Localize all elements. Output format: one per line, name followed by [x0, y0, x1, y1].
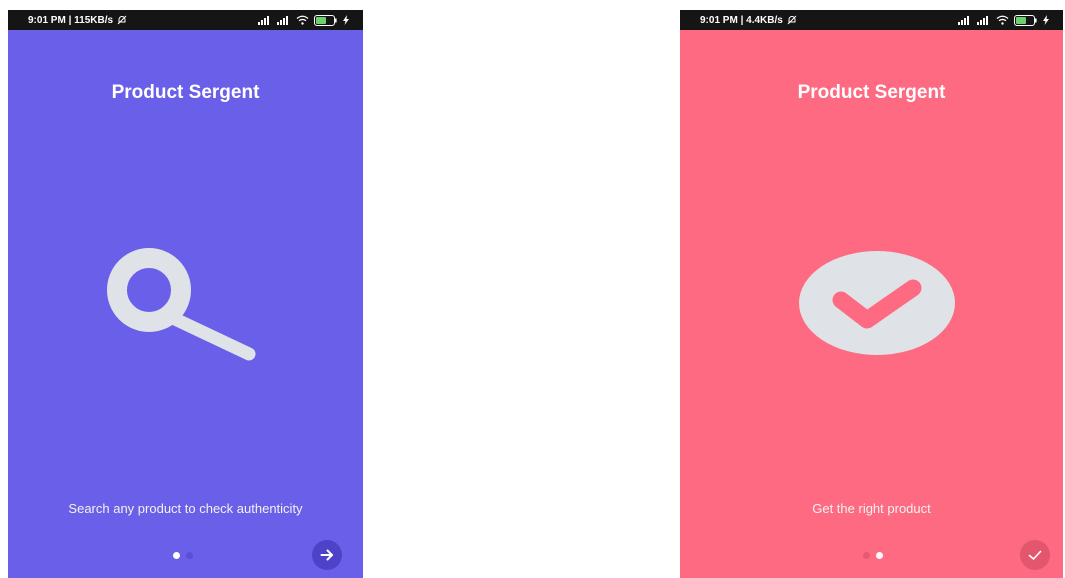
status-bar: 9:01 PM | 4.4KB/s [680, 10, 1063, 30]
next-button[interactable] [312, 540, 342, 570]
arrow-right-icon [320, 549, 333, 561]
mute-bell-icon [787, 15, 797, 25]
app-title: Product Sergent [797, 82, 946, 103]
battery-icon [1014, 14, 1038, 26]
onboarding-screen-verify: 9:01 PM | 4.4KB/s Product Sergent Get th… [680, 10, 1063, 578]
signal-icon [958, 15, 972, 25]
charging-icon [343, 15, 349, 25]
page-dot[interactable] [863, 552, 870, 559]
wifi-icon [996, 15, 1009, 25]
wifi-icon [296, 15, 309, 25]
onboarding-caption: Search any product to check authenticity [68, 501, 303, 516]
signal-icon-2 [277, 15, 291, 25]
page-indicator [863, 552, 883, 559]
battery-icon [314, 14, 338, 26]
app-title: Product Sergent [111, 82, 260, 103]
status-bar: 9:01 PM | 115KB/s [8, 10, 363, 30]
onboarding-caption: Get the right product [812, 501, 931, 516]
signal-icon [258, 15, 272, 25]
page-dot-active[interactable] [173, 552, 180, 559]
checkmark-circle-icon [799, 251, 955, 355]
mute-bell-icon [117, 15, 127, 25]
screenshot-stage: 9:01 PM | 115KB/s Product Sergent Search… [0, 0, 1065, 578]
onboarding-screen-search: 9:01 PM | 115KB/s Product Sergent Search… [8, 10, 363, 578]
status-time-speed: 9:01 PM | 4.4KB/s [700, 14, 783, 26]
magnifier-icon [107, 248, 256, 361]
done-button[interactable] [1020, 540, 1050, 570]
charging-icon [1043, 15, 1049, 25]
page-indicator [173, 552, 193, 559]
page-dot[interactable] [186, 552, 193, 559]
page-dot-active[interactable] [876, 552, 883, 559]
signal-icon-2 [977, 15, 991, 25]
check-icon [1028, 550, 1042, 560]
status-time-speed: 9:01 PM | 115KB/s [28, 14, 114, 26]
